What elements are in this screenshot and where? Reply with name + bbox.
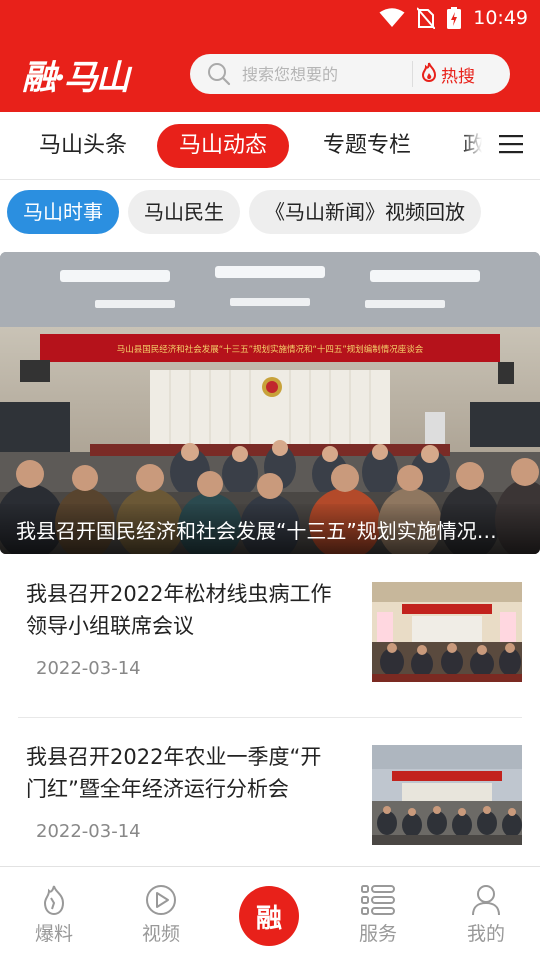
- tab-mashan-headlines[interactable]: 马山头条: [39, 124, 127, 168]
- search-icon: [206, 61, 232, 87]
- nav-tip-off[interactable]: 爆料: [0, 867, 108, 960]
- app-logo[interactable]: 融·马山: [22, 46, 154, 102]
- user-icon: [471, 883, 501, 917]
- nav-profile[interactable]: 我的: [432, 867, 540, 960]
- search-bar[interactable]: 热搜: [190, 54, 510, 94]
- nav-services-label: 服务: [358, 923, 397, 945]
- nav-services[interactable]: 服务: [324, 867, 432, 960]
- news-title: 我县召开2022年松材线虫病工作领导小组联席会议: [26, 582, 332, 638]
- subtab-mashan-current-affairs[interactable]: 马山时事: [7, 190, 119, 234]
- news-title: 我县召开2022年农业一季度“开门红”暨全年经济运行分析会: [26, 745, 322, 801]
- news-thumbnail: [372, 582, 522, 682]
- hamburger-icon: [498, 133, 524, 159]
- channel-menu-button[interactable]: [462, 112, 540, 179]
- app-header: 10:49 融·马山 热搜: [0, 0, 540, 112]
- wifi-icon: [379, 8, 405, 28]
- tab-special-columns[interactable]: 专题专栏: [323, 124, 411, 168]
- no-sim-icon: [417, 7, 436, 29]
- tab-mashan-news[interactable]: 马山动态: [157, 124, 290, 168]
- nav-profile-label: 我的: [466, 923, 505, 945]
- nav-video[interactable]: 视频: [107, 867, 215, 960]
- subtab-news-video-replay[interactable]: 《马山新闻》视频回放: [249, 190, 481, 234]
- center-button-label: 融: [255, 903, 282, 934]
- hero-caption: 我县召开国民经济和社会发展“十三五”规划实施情况和“十四五”规划编制情况座谈会: [16, 519, 498, 543]
- nav-video-label: 视频: [141, 923, 180, 945]
- status-bar: 10:49: [379, 6, 528, 30]
- channel-tabs: 马山头条 马山动态 专题专栏 政: [0, 112, 540, 180]
- flame-icon: [421, 62, 437, 87]
- hot-search-button[interactable]: 热搜: [421, 62, 475, 87]
- tip-off-icon: [39, 883, 69, 917]
- hero-news-card[interactable]: 马山县国民经济和社会发展“十三五”规划实施情况和“十四五”规划编制情况座谈会 我…: [0, 252, 540, 554]
- hot-search-label: 热搜: [441, 66, 475, 87]
- hero-banner-text: 马山县国民经济和社会发展“十三五”规划实施情况和“十四五”规划编制情况座谈会: [117, 344, 424, 355]
- nav-tip-off-label: 爆料: [34, 923, 73, 945]
- news-item[interactable]: 我县召开2022年农业一季度“开门红”暨全年经济运行分析会 2022-03-14: [18, 729, 522, 881]
- news-thumbnail: [372, 745, 522, 845]
- news-date: 2022-03-14: [36, 821, 141, 842]
- hero-caption-overlay: 我县召开国民经济和社会发展“十三五”规划实施情况和“十四五”规划编制情况座谈会: [0, 504, 540, 554]
- search-divider: [412, 61, 413, 87]
- sub-channel-tabs: 马山时事 马山民生 《马山新闻》视频回放: [0, 181, 540, 247]
- logo-text: 融·马山: [22, 57, 130, 98]
- services-list-icon: [361, 883, 395, 917]
- news-date: 2022-03-14: [36, 658, 141, 679]
- status-time: 10:49: [473, 7, 528, 29]
- news-item[interactable]: 我县召开2022年松材线虫病工作领导小组联席会议 2022-03-14: [18, 566, 522, 718]
- subtab-mashan-livelihood[interactable]: 马山民生: [128, 190, 240, 234]
- search-input[interactable]: [242, 64, 410, 84]
- nav-center-rong-button[interactable]: 融: [239, 886, 299, 946]
- battery-icon: [447, 7, 462, 29]
- play-circle-icon: [145, 883, 177, 917]
